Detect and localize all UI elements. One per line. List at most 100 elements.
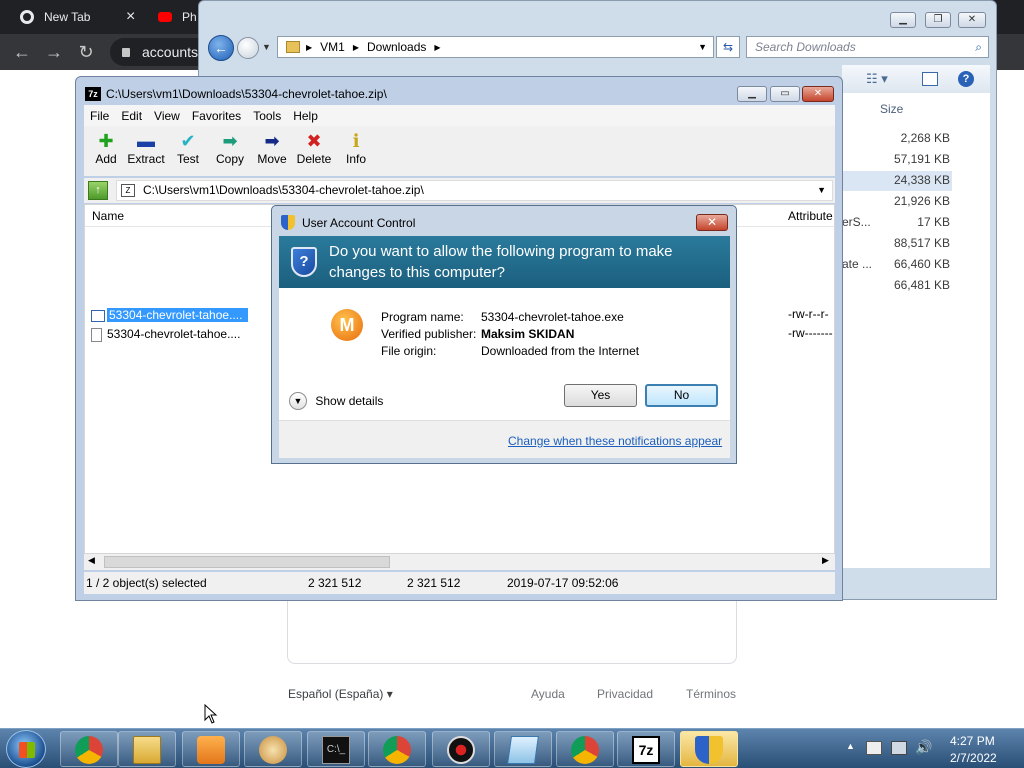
start-button[interactable] [6, 730, 46, 768]
tab-label: Ph [182, 10, 197, 24]
forward-arrow-icon[interactable]: → [44, 42, 64, 62]
cmd-taskbar-button[interactable]: C:\_ [307, 731, 365, 767]
windows-logo-icon [19, 742, 35, 758]
sevenzip-icon: 7z [632, 736, 660, 764]
chrome-taskbar-button[interactable] [60, 731, 118, 767]
explorer-command-bar: ☷ ▾ ? [842, 65, 990, 93]
uac-shield-icon [695, 736, 723, 764]
maximize-button[interactable]: ▭ [770, 86, 800, 102]
tab-new-tab[interactable]: New Tab × [20, 0, 150, 34]
no-button[interactable]: No [645, 384, 718, 407]
close-button[interactable]: ✕ [696, 214, 728, 231]
terms-link[interactable]: Términos [686, 687, 736, 701]
test-button[interactable]: ✔ Test [166, 130, 210, 172]
history-dropdown-icon[interactable]: ▼ [262, 42, 271, 52]
question-shield-icon: ? [291, 247, 317, 277]
clock-date[interactable]: 2/7/2022 [950, 751, 997, 765]
search-icon[interactable]: ⌕ [975, 37, 982, 57]
scroll-left-icon[interactable]: ◀ [88, 555, 95, 566]
menu-edit[interactable]: Edit [115, 109, 148, 123]
name-column-header[interactable]: Name [92, 209, 124, 223]
forward-icon[interactable] [237, 37, 259, 59]
tab-close-icon[interactable]: × [126, 8, 135, 26]
help-icon[interactable]: ? [958, 71, 974, 87]
menu-file[interactable]: File [84, 109, 115, 123]
uac-question: Do you want to allow the following progr… [329, 243, 673, 281]
size-cell: 21,926 KB [893, 194, 950, 208]
close-button[interactable]: ✕ [802, 86, 834, 102]
mouse-cursor-icon [204, 704, 218, 724]
sevenzip-taskbar-button[interactable]: 7z [617, 731, 675, 767]
size-cell: 57,191 KB [893, 152, 950, 166]
size-cell: 66,481 KB [893, 278, 950, 292]
move-button[interactable]: ➡ Move [250, 130, 294, 172]
yes-button[interactable]: Yes [564, 384, 637, 407]
show-hidden-icons-icon[interactable]: ▲ [846, 741, 855, 751]
menu-tools[interactable]: Tools [247, 109, 287, 123]
minus-icon: ▬ [137, 131, 155, 151]
menu-view[interactable]: View [148, 109, 186, 123]
network-icon[interactable] [891, 741, 907, 755]
path-input[interactable]: Z C:\Users\vm1\Downloads\53304-chevrolet… [116, 180, 833, 201]
notepad-taskbar-button[interactable] [494, 731, 552, 767]
folder-icon [133, 736, 161, 764]
scroll-right-icon[interactable]: ▶ [822, 555, 829, 566]
recorder-taskbar-button[interactable] [432, 731, 490, 767]
refresh-icon[interactable]: ⇆ [716, 36, 740, 58]
preview-pane-icon[interactable] [922, 72, 938, 86]
minimize-button[interactable]: ▁ [890, 12, 916, 28]
attributes-column-header[interactable]: Attribute [788, 209, 833, 223]
paint-taskbar-button[interactable] [244, 731, 302, 767]
menu-help[interactable]: Help [287, 109, 324, 123]
view-options-icon[interactable]: ☷ ▾ [866, 71, 888, 87]
folder-icon [286, 41, 300, 53]
uac-body: M Program name: Verified publisher: File… [279, 288, 730, 458]
tab-youtube[interactable]: Ph [158, 0, 198, 34]
back-arrow-icon[interactable]: ← [12, 42, 32, 62]
copy-button[interactable]: ➡ Copy [208, 130, 252, 172]
action-center-icon[interactable] [866, 741, 882, 755]
plus-icon: ✚ [98, 131, 114, 151]
media-player-taskbar-button[interactable] [182, 731, 240, 767]
breadcrumb-vm1[interactable]: VM1 [320, 40, 345, 54]
up-folder-icon[interactable]: ↑ [88, 181, 108, 200]
close-button[interactable]: ✕ [958, 12, 986, 28]
show-details-toggle[interactable]: ▼ Show details [289, 392, 383, 410]
search-downloads-input[interactable]: Search Downloads ⌕ [746, 36, 989, 58]
chrome-profile-taskbar-button[interactable] [368, 731, 426, 767]
path-dropdown-icon[interactable]: ▼ [817, 181, 826, 200]
language-selector[interactable]: Español (España) ▾ [288, 687, 393, 701]
volume-icon[interactable]: 🔊 [915, 739, 932, 756]
maximize-button[interactable]: ❐ [925, 12, 951, 28]
address-dropdown-icon[interactable]: ▼ [698, 42, 707, 52]
info-button[interactable]: ℹ Info [334, 130, 378, 172]
notepad-icon [507, 736, 539, 764]
delete-button[interactable]: ✖ Delete [292, 130, 336, 172]
breadcrumb-downloads[interactable]: Downloads [367, 40, 426, 54]
add-button[interactable]: ✚ Add [84, 130, 128, 172]
size-column-header[interactable]: Size [880, 102, 903, 116]
horizontal-scrollbar[interactable]: ◀ ▶ [84, 554, 835, 570]
scrollbar-thumb[interactable] [104, 556, 390, 568]
table-row[interactable]: 53304-chevrolet-tahoe.... [91, 306, 249, 324]
extract-button[interactable]: ▬ Extract [124, 130, 168, 172]
uac-dialog: User Account Control ✕ ? Do you want to … [271, 205, 737, 464]
explorer-address-bar[interactable]: ▶ VM1 ▶ Downloads ▶ ▼ [277, 36, 714, 58]
uac-shield-icon [281, 215, 295, 230]
clock-time[interactable]: 4:27 PM [950, 734, 995, 748]
address-text: accounts [142, 44, 199, 60]
help-link[interactable]: Ayuda [531, 687, 565, 701]
minimize-button[interactable]: ▁ [737, 86, 767, 102]
file-attributes: -rw-r--r- [788, 307, 829, 321]
lock-icon [122, 47, 130, 57]
back-icon[interactable]: ← [208, 35, 234, 61]
menu-favorites[interactable]: Favorites [186, 109, 247, 123]
explorer-taskbar-button[interactable] [118, 731, 176, 767]
reload-icon[interactable]: ↻ [76, 42, 96, 62]
uac-taskbar-button[interactable] [680, 731, 738, 767]
change-notifications-link[interactable]: Change when these notifications appear [508, 434, 722, 448]
copy-arrow-icon: ➡ [222, 131, 238, 151]
privacy-link[interactable]: Privacidad [597, 687, 653, 701]
chrome-taskbar-button-2[interactable] [556, 731, 614, 767]
table-row[interactable]: 53304-chevrolet-tahoe.... [91, 325, 240, 343]
